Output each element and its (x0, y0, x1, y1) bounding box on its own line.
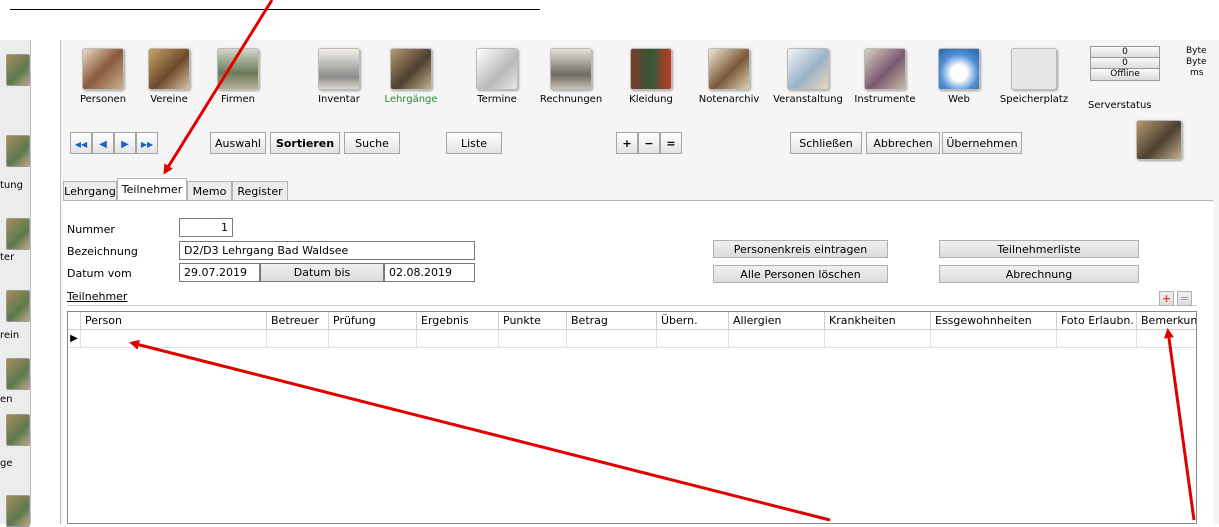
annotation-arrow-bemerkung (1164, 328, 1196, 521)
annotation-arrow-tab (163, 0, 274, 175)
annotation-arrows (129, 0, 1196, 522)
annotation-arrow-person (129, 339, 831, 522)
